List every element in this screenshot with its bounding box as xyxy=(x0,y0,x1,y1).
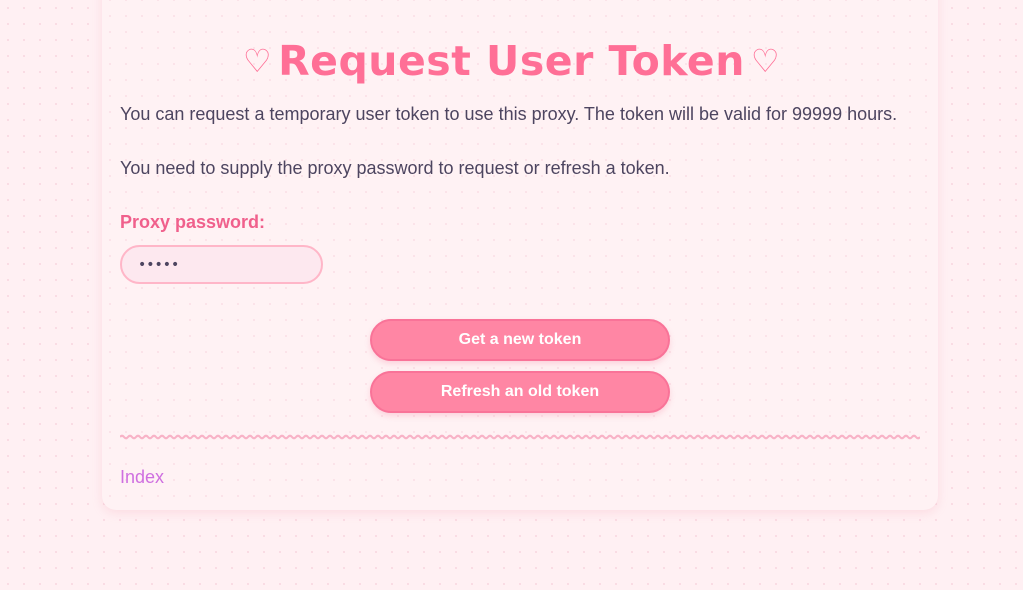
password-input[interactable] xyxy=(120,245,323,284)
refresh-token-button[interactable]: Refresh an old token xyxy=(370,371,670,413)
heart-left-icon: ♡ xyxy=(242,42,273,80)
heart-right-icon: ♡ xyxy=(750,42,781,80)
password-note-text: You need to supply the proxy password to… xyxy=(120,158,670,178)
page-title: ♡ Request User Token ♡ xyxy=(0,35,1023,87)
index-link[interactable]: Index xyxy=(120,466,164,488)
password-label: Proxy password: xyxy=(120,212,266,232)
page-title-text: Request User Token xyxy=(278,37,745,85)
wavy-divider xyxy=(120,434,920,440)
get-new-token-button[interactable]: Get a new token xyxy=(370,319,670,361)
intro-text: You can request a temporary user token t… xyxy=(120,104,898,124)
